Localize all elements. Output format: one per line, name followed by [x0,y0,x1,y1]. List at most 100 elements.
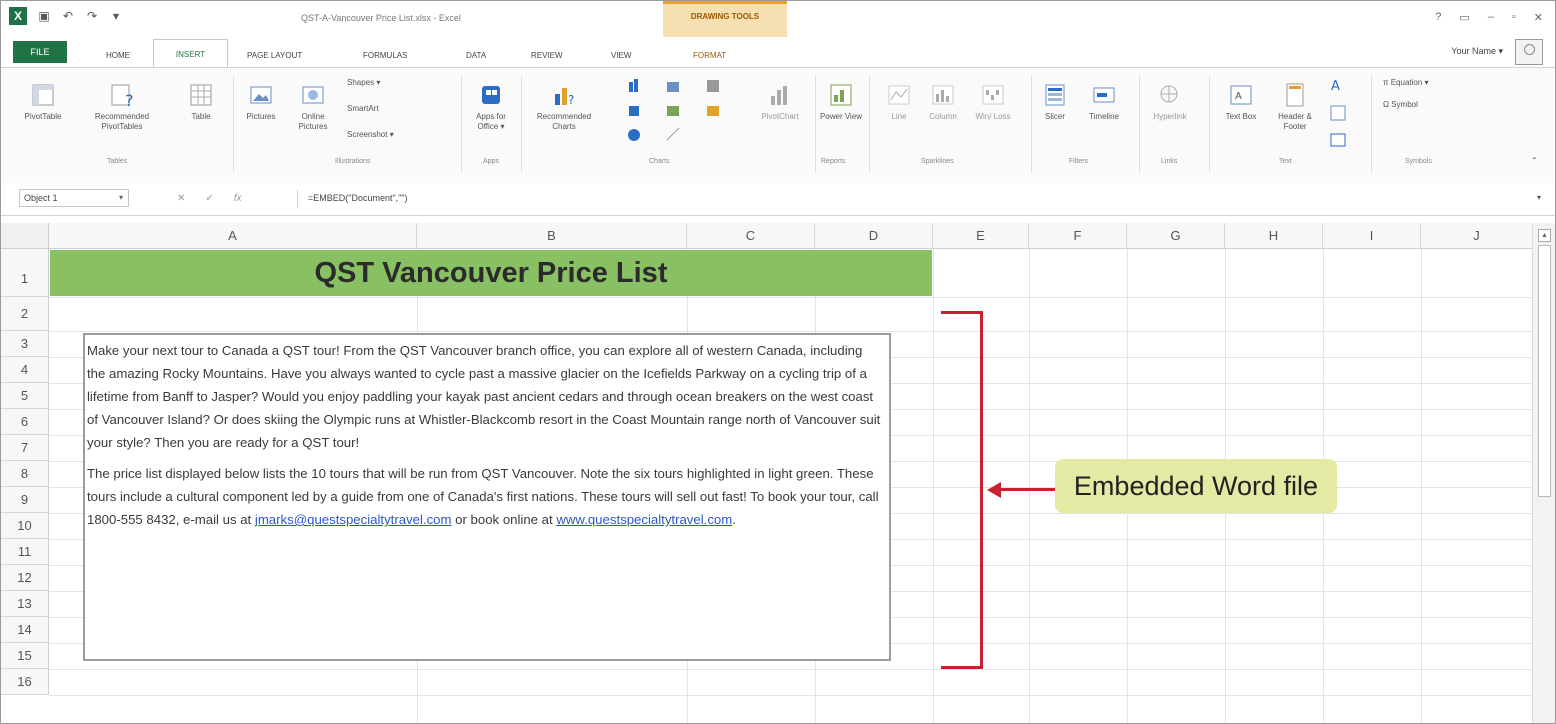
window-title: QST-A-Vancouver Price List.xlsx - Excel [301,13,461,23]
symbol-button[interactable]: Ω Symbol [1383,100,1418,109]
row-header[interactable]: 1 [1,249,49,297]
line-sparkline-button[interactable]: Line [881,82,917,122]
row-header[interactable]: 10 [1,513,49,539]
row-header[interactable]: 11 [1,539,49,565]
undo-icon[interactable]: ↶ [61,9,75,23]
row-header[interactable]: 8 [1,461,49,487]
name-box-dropdown-icon[interactable]: ▾ [119,193,123,202]
shapes-button[interactable]: Shapes ▾ [347,78,380,87]
embedded-paragraph-2: The price list displayed below lists the… [87,462,883,531]
column-header[interactable]: H [1225,223,1323,249]
scrollbar-thumb[interactable] [1538,245,1551,497]
row-header[interactable]: 12 [1,565,49,591]
user-name[interactable]: Your Name ▾ [1451,46,1503,57]
save-icon[interactable]: ▣ [37,9,51,23]
cancel-entry-icon[interactable]: ✕ [177,193,185,204]
online-pictures-button[interactable]: Online Pictures [291,82,335,132]
text-extras-icon[interactable]: A [1329,76,1353,152]
select-all-corner[interactable] [1,223,49,249]
column-sparkline-button[interactable]: Column [921,82,965,122]
row-header[interactable]: 3 [1,331,49,357]
pivottable-button[interactable]: PivotTable [19,82,67,122]
excel-logo-icon[interactable]: X [9,7,27,25]
tab-data[interactable]: DATA [466,51,486,60]
winloss-sparkline-icon [982,85,1004,105]
power-view-icon [830,84,852,106]
row-header[interactable]: 14 [1,617,49,643]
column-header[interactable]: C [687,223,815,249]
row-header[interactable]: 9 [1,487,49,513]
hyperlink-button[interactable]: Hyperlink [1145,82,1195,122]
power-view-label: Power View [819,112,863,121]
charts-group-label: Charts [649,158,670,165]
column-header[interactable]: F [1029,223,1127,249]
column-header[interactable]: D [815,223,933,249]
slicer-button[interactable]: Slicer [1037,82,1073,122]
timeline-button[interactable]: Timeline [1079,82,1129,122]
winloss-sparkline-button[interactable]: Win/ Loss [973,82,1013,122]
ribbon-separator [1139,76,1140,172]
row-header[interactable]: 6 [1,409,49,435]
tab-file[interactable]: FILE [13,41,67,63]
header-footer-button[interactable]: Header & Footer [1267,82,1323,132]
column-header[interactable]: A [49,223,417,249]
column-header[interactable]: G [1127,223,1225,249]
row-header[interactable]: 4 [1,357,49,383]
insert-function-icon[interactable]: fx [234,193,242,204]
help-button[interactable]: ? [1435,11,1441,24]
tab-home[interactable]: HOME [106,51,130,60]
column-header[interactable]: B [417,223,687,249]
equation-button[interactable]: π Equation ▾ [1383,78,1429,87]
close-button[interactable]: ✕ [1534,11,1543,24]
ribbon-display-button[interactable]: ▭ [1459,11,1469,24]
pictures-button[interactable]: Pictures [239,82,283,122]
row-header[interactable]: 15 [1,643,49,669]
name-box[interactable]: Object 1 [19,189,129,207]
row-header[interactable]: 13 [1,591,49,617]
recommended-pivottables-icon: ? [111,84,134,108]
recommended-charts-button[interactable]: ? Recommended Charts [527,82,601,132]
power-view-button[interactable]: Power View [819,82,863,122]
tab-formulas[interactable]: FORMULAS [363,51,407,60]
row-header[interactable]: 7 [1,435,49,461]
row-header[interactable]: 2 [1,297,49,331]
table-button[interactable]: Table [181,82,221,122]
smartart-button[interactable]: SmartArt [347,104,379,113]
tab-review[interactable]: REVIEW [531,51,563,60]
ribbon-separator [1371,76,1372,172]
recommended-pivottables-button[interactable]: ? Recommended PivotTables [85,82,159,132]
screenshot-button[interactable]: Screenshot ▾ [347,130,394,139]
row-header[interactable]: 5 [1,383,49,409]
tab-format[interactable]: FORMAT [693,51,726,60]
redo-icon[interactable]: ↷ [85,9,99,23]
enter-icon[interactable]: ✓ [205,193,213,204]
recommended-charts-icon: ? [555,88,574,107]
row-header[interactable]: 16 [1,669,49,695]
tab-insert[interactable]: INSERT [153,39,228,69]
column-header[interactable]: J [1421,223,1533,249]
text-box-button[interactable]: A Text Box [1223,82,1259,122]
grid-line [49,695,1533,696]
sheet-title[interactable]: QST Vancouver Price List [50,250,932,296]
restore-button[interactable]: ▫ [1512,11,1516,24]
expand-formula-bar-icon[interactable]: ▾ [1537,193,1541,202]
tab-page-layout[interactable]: PAGE LAYOUT [247,51,302,60]
pivotchart-button[interactable]: PivotChart [753,82,807,122]
column-header[interactable]: I [1323,223,1421,249]
apps-for-office-button[interactable]: Apps for Office ▾ [467,82,515,132]
collapse-ribbon-icon[interactable]: ⌃ [1531,156,1538,165]
minimize-button[interactable]: – [1488,11,1494,24]
column-header[interactable]: E [933,223,1029,249]
vertical-scrollbar[interactable]: ▲ [1532,223,1555,723]
customize-qat-icon[interactable]: ▾ [109,9,123,23]
formula-input[interactable]: =EMBED("Document","") [297,190,1537,208]
avatar[interactable] [1515,39,1543,65]
scroll-up-icon[interactable]: ▲ [1538,229,1551,242]
email-link[interactable]: jmarks@questspecialtytravel.com [255,512,452,527]
ribbon-tabs [1,37,1555,67]
chart-types-icon[interactable] [627,78,747,148]
grid-line [49,669,1533,670]
website-link[interactable]: www.questspecialtytravel.com [556,512,732,527]
tab-view[interactable]: VIEW [611,51,631,60]
embedded-word-object[interactable]: Make your next tour to Canada a QST tour… [83,333,891,661]
